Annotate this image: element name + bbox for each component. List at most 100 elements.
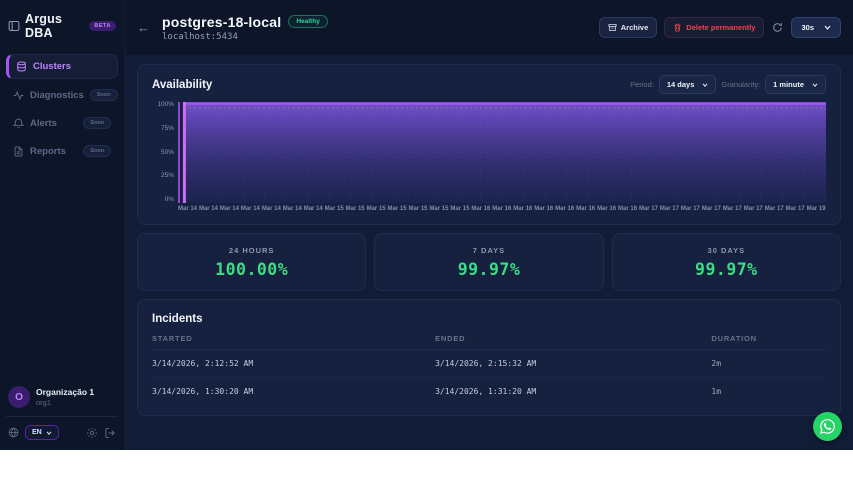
- x-axis-tick: Mar 16: [513, 206, 533, 212]
- x-axis-tick: Mar 15: [429, 206, 449, 212]
- granularity-dropdown[interactable]: 1 minute: [765, 75, 826, 94]
- sidebar-item-label: Diagnostics: [30, 89, 84, 101]
- chevron-down-icon: [703, 82, 708, 87]
- trash-icon: [674, 23, 681, 32]
- incident-started: 3/14/2026, 1:30:20 AM: [152, 387, 254, 396]
- chevron-down-icon: [812, 82, 818, 87]
- x-axis-tick: Mar 17: [659, 206, 679, 212]
- globe-icon: [8, 427, 19, 438]
- column-header: ENDED: [435, 334, 466, 343]
- x-axis-tick: Mar 14: [178, 206, 198, 212]
- sidebar-item-diagnostics[interactable]: Diagnostics Soon: [6, 83, 118, 107]
- host-subtitle: localhost:5434: [162, 31, 238, 42]
- x-axis-tick: Mar 17: [722, 206, 742, 212]
- uptime-stats-row: 24 HOURS 100.00% 7 DAYS 99.97% 30 DAYS 99.97%: [137, 233, 841, 291]
- sidebar-item-reports[interactable]: Reports Soon: [6, 139, 118, 163]
- sidebar-item-label: Reports: [30, 145, 66, 157]
- granularity-label: Granularity:: [721, 80, 761, 89]
- stat-value: 100.00%: [215, 259, 289, 279]
- incident-row[interactable]: 3/14/2026, 1:30:20 AM 3/14/2026, 1:31:20 …: [152, 378, 826, 405]
- back-arrow-icon[interactable]: ←: [133, 19, 154, 36]
- archive-button[interactable]: Archive: [598, 17, 658, 38]
- x-axis-tick: Mar 16: [492, 206, 512, 212]
- x-axis-tick: Mar 14: [282, 206, 302, 212]
- incident-ended: 3/14/2026, 2:15:32 AM: [435, 359, 537, 368]
- x-axis-tick: Mar 14: [303, 206, 323, 212]
- incidents-card: Incidents STARTED ENDED DURATION 3/14/2026,…: [137, 299, 841, 416]
- sidebar-header: Argus DBA BETA: [0, 0, 124, 50]
- incidents-title: Incidents: [152, 313, 203, 325]
- x-axis-tick: Mar 16: [534, 206, 554, 212]
- x-axis-tick: Mar 15: [324, 206, 344, 212]
- org-name: Organização 1: [36, 387, 95, 397]
- archive-icon: [608, 24, 617, 31]
- refresh-icon[interactable]: [771, 22, 784, 33]
- x-axis-tick: Mar 16: [555, 206, 575, 212]
- incident-ended: 3/14/2026, 1:31:20 AM: [435, 387, 537, 396]
- sidebar-collapse-icon[interactable]: [8, 20, 20, 32]
- soon-badge: Soon: [83, 145, 111, 157]
- file-icon: [13, 146, 24, 157]
- x-axis-tick: Mar 14: [261, 206, 281, 212]
- x-axis-tick: Mar 17: [701, 206, 721, 212]
- title-block: postgres-18-local Healthy localhost:5434: [162, 14, 328, 42]
- y-axis-tick: 25%: [160, 172, 174, 180]
- x-axis-tick: Mar 19: [806, 206, 826, 212]
- settings-gear-icon[interactable]: [86, 427, 98, 439]
- uptime-stat-card: 24 HOURS 100.00%: [137, 233, 367, 291]
- soon-badge: Soon: [83, 117, 111, 129]
- availability-title: Availability: [152, 78, 213, 91]
- org-id: org1: [36, 398, 52, 407]
- y-axis-tick: 0%: [164, 196, 174, 203]
- column-header: STARTED: [152, 334, 193, 343]
- x-axis-tick: Mar 15: [408, 206, 428, 212]
- logout-icon[interactable]: [104, 427, 116, 439]
- refresh-interval-dropdown[interactable]: 30s: [791, 17, 841, 38]
- incidents-table-header: STARTED ENDED DURATION: [152, 334, 826, 350]
- page-title: postgres-18-local: [162, 13, 282, 30]
- bottom-whitespace: [0, 450, 853, 480]
- period-label: Period:: [630, 80, 654, 89]
- column-header: DURATION: [711, 334, 757, 343]
- x-axis-tick: Mar 16: [618, 206, 638, 212]
- y-axis-tick: 75%: [160, 124, 174, 132]
- x-axis-tick: Mar 15: [366, 206, 386, 212]
- language-value: EN: [32, 429, 42, 436]
- topbar: ← postgres-18-local Healthy localhost:54…: [125, 0, 853, 55]
- whatsapp-chat-button[interactable]: [813, 412, 842, 441]
- main-area: ← postgres-18-local Healthy localhost:54…: [125, 0, 853, 450]
- argus-dba-app: Argus DBA BETA Clusters Diagnostics Soon Al…: [0, 0, 853, 450]
- stat-value: 99.97%: [457, 259, 521, 279]
- y-axis-tick: 50%: [160, 148, 174, 156]
- incident-row[interactable]: 3/14/2026, 2:12:52 AM 3/14/2026, 2:15:32 …: [152, 350, 826, 378]
- availability-chart: 100% 75% 50% 25% 0% Mar 14 Mar 14 Mar 14 Mar 14…: [152, 101, 826, 212]
- org-row[interactable]: O Organização 1 org1: [8, 386, 116, 416]
- app-logo: Argus DBA: [25, 12, 63, 40]
- sidebar-footer-actions: EN: [8, 417, 116, 440]
- stat-value: 99.97%: [695, 259, 758, 279]
- sidebar-item-label: Clusters: [33, 61, 72, 72]
- x-axis-tick: Mar 15: [345, 206, 365, 212]
- delete-permanently-button[interactable]: Delete permanently: [664, 17, 765, 38]
- x-axis-tick: Mar 17: [785, 206, 805, 212]
- y-axis-tick: 100%: [157, 101, 174, 108]
- stat-label: 30 DAYS: [707, 245, 746, 255]
- chart-plot-area: [178, 102, 826, 203]
- soon-badge: Soon: [89, 89, 118, 101]
- chart-x-axis: Mar 14 Mar 14 Mar 14 Mar 14 Mar 14 Mar 14 Mar …: [178, 206, 826, 212]
- x-axis-tick: Mar 17: [764, 206, 784, 212]
- sidebar-item-alerts[interactable]: Alerts Soon: [6, 111, 118, 135]
- x-axis-tick: Mar 16: [471, 206, 491, 212]
- chart-controls: Period: 14 days Granularity: 1 minute: [630, 75, 826, 94]
- content-scroll-area[interactable]: Availability Period: 14 days Granularity…: [125, 55, 853, 450]
- activity-icon: [13, 90, 24, 101]
- sidebar-item-clusters[interactable]: Clusters: [6, 54, 118, 79]
- period-dropdown[interactable]: 14 days: [658, 75, 717, 94]
- x-axis-tick: Mar 15: [450, 206, 470, 212]
- org-avatar: O: [8, 386, 30, 408]
- availability-card: Availability Period: 14 days Granularity…: [137, 64, 841, 225]
- bell-icon: [13, 118, 24, 129]
- chart-y-axis: 100% 75% 50% 25% 0%: [152, 101, 178, 203]
- language-selector[interactable]: EN: [25, 425, 59, 440]
- app-window: Argus DBA BETA Clusters Diagnostics Soon Al…: [0, 0, 853, 480]
